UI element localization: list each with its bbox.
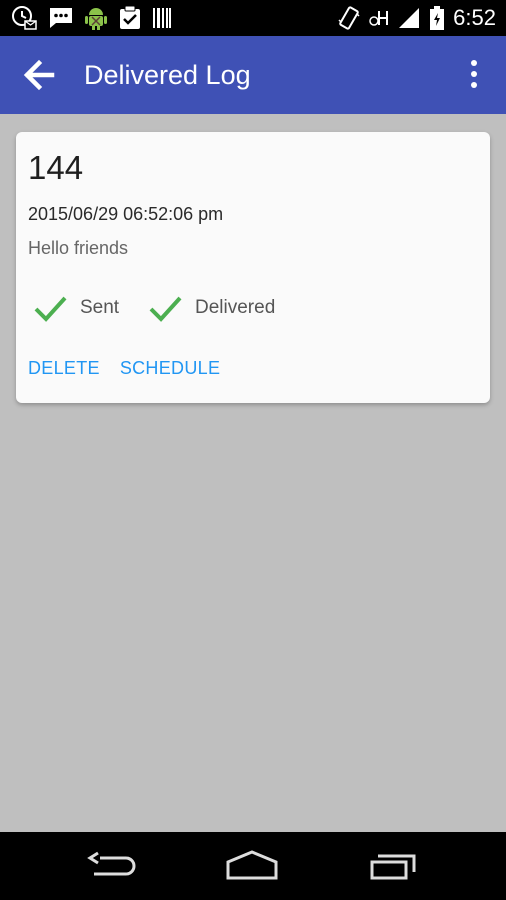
app-bar: Delivered Log [0,36,506,114]
network-h-icon [369,11,389,26]
status-bar: 6:52 [0,0,506,36]
nav-home-button[interactable] [224,848,280,884]
message-text: Hello friends [28,238,129,258]
schedule-button[interactable]: SCHEDULE [120,356,220,380]
status-delivered-label: Delivered [195,297,276,318]
card-actions: DELETE SCHEDULE [28,356,220,380]
clipboard-check-icon [120,5,140,29]
recents-nav-icon [370,854,416,880]
arrow-back-icon [23,59,55,91]
back-nav-icon [87,851,136,876]
status-sent-label: Sent [80,297,120,318]
android-debug-icon [85,8,107,30]
nav-recents-button[interactable] [366,848,422,884]
notification-icons [10,4,172,32]
barcode-icon [153,8,171,28]
check-icon [149,296,182,322]
back-button[interactable] [18,54,60,96]
log-card: 144 2015/06/29 06:52:06 pm Hello friends… [16,132,490,403]
status-row: Sent Delivered [32,288,472,328]
clock-sms-icon [12,6,37,30]
vibrate-icon [338,6,360,30]
check-icon [34,296,67,322]
navigation-bar [0,832,506,900]
signal-icon [399,8,420,28]
system-icons: 6:52 [337,4,496,32]
overflow-menu-button[interactable] [460,56,488,94]
message-id: 144 [28,149,84,186]
message-icon [50,8,72,28]
battery-icon [430,6,445,30]
status-delivered: Delivered [147,288,275,328]
home-nav-icon [226,850,278,880]
status-sent: Sent [32,288,119,328]
more-vert-icon [471,60,477,88]
nav-back-button[interactable] [84,848,140,884]
page-title: Delivered Log [84,60,251,90]
message-datetime: 2015/06/29 06:52:06 pm [28,204,224,224]
status-time: 6:52 [453,5,496,30]
delete-button[interactable]: DELETE [28,356,100,380]
